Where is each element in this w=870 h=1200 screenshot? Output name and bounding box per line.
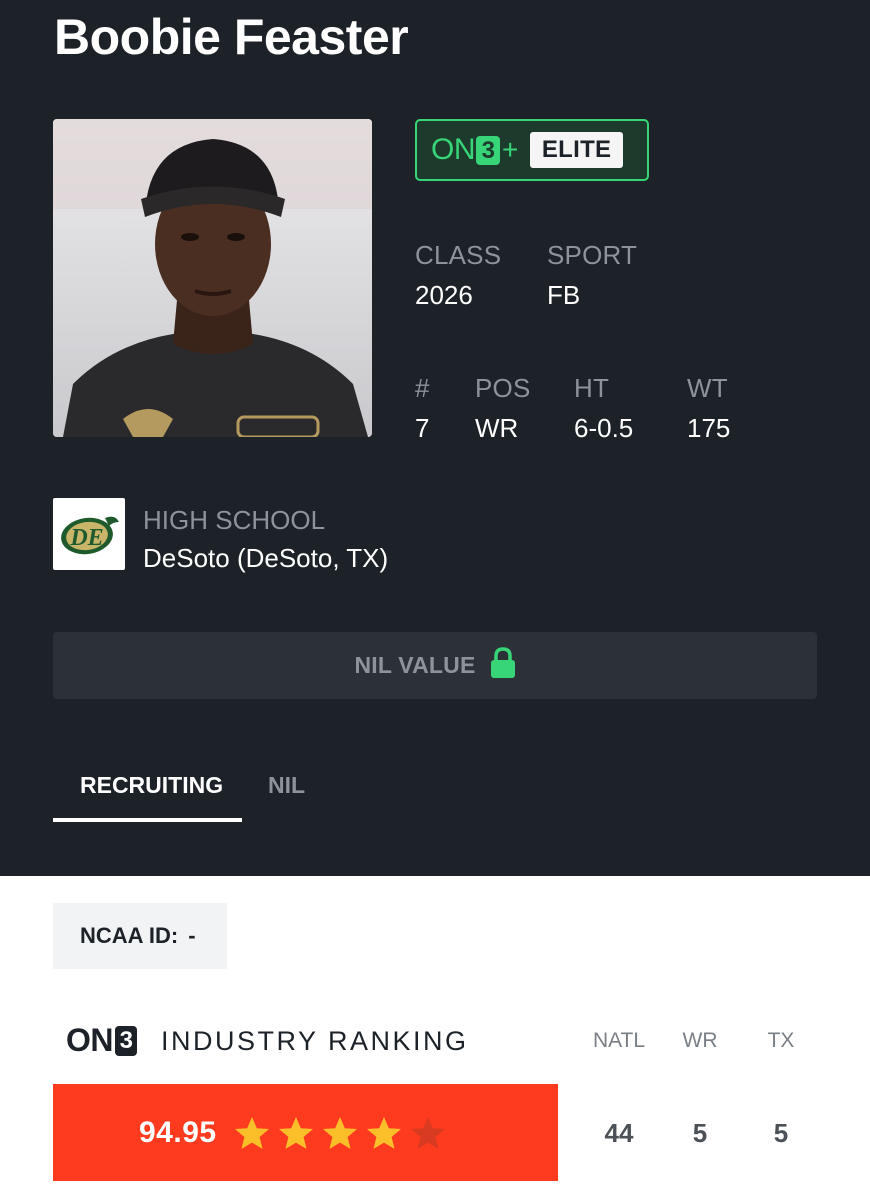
weight-value: 175 (687, 413, 731, 443)
nil-value-bar[interactable]: NIL VALUE (53, 632, 817, 699)
on3-logo: ON 3 (66, 1022, 137, 1059)
height-value: 6-0.5 (574, 413, 634, 443)
industry-ranking-title: INDUSTRY RANKING (161, 1026, 469, 1056)
jersey-number-label: # (415, 373, 430, 403)
ncaa-id-label: NCAA ID: (80, 923, 179, 948)
rank-col-pos-label: WR (682, 1029, 718, 1052)
star-rating (233, 1115, 447, 1151)
star-filled-icon (234, 1116, 269, 1149)
rank-state-value[interactable]: 5 (741, 1118, 821, 1149)
lock-icon (490, 647, 516, 684)
tab-recruiting[interactable]: RECRUITING (80, 772, 223, 799)
active-tab-indicator (53, 818, 242, 822)
jersey-number-value: 7 (415, 413, 430, 443)
on3-plus-elite-badge[interactable]: ON 3 + ELITE (415, 119, 649, 181)
rank-col-natl-label: NATL (592, 1029, 646, 1052)
rank-col-state-label: TX (767, 1029, 795, 1052)
height-label: HT (574, 373, 610, 403)
industry-rating-bar[interactable]: 94.95 (53, 1084, 558, 1181)
high-school-label: HIGH SCHOOL (143, 505, 326, 535)
class-label: CLASS (415, 240, 502, 270)
star-filled-icon (366, 1116, 401, 1149)
position-value: WR (475, 413, 519, 443)
player-name: Boobie Feaster (54, 9, 409, 65)
on3-plus-logo: ON 3 + (431, 133, 518, 166)
rank-natl-value[interactable]: 44 (579, 1118, 659, 1149)
weight-label: WT (687, 373, 728, 403)
elite-tag: ELITE (529, 132, 624, 168)
star-filled-icon (322, 1116, 357, 1149)
sport-value: FB (547, 280, 581, 310)
rank-pos-value[interactable]: 5 (660, 1118, 740, 1149)
player-photo (53, 119, 372, 437)
tab-nil[interactable]: NIL (268, 772, 305, 799)
ncaa-id-value: - (188, 923, 196, 948)
industry-rating-value: 94.95 (139, 1115, 217, 1149)
star-empty-icon (410, 1116, 445, 1149)
star-filled-icon (278, 1116, 313, 1149)
svg-text:DE: DE (69, 525, 103, 551)
class-value: 2026 (415, 280, 473, 310)
school-logo[interactable]: DE (53, 498, 125, 570)
ncaa-id-box: NCAA ID: - (53, 903, 227, 969)
nil-value-label: NIL VALUE (354, 652, 476, 678)
high-school-name[interactable]: DeSoto (DeSoto, TX) (143, 543, 388, 574)
position-label: POS (475, 373, 531, 403)
sport-label: SPORT (547, 240, 638, 270)
